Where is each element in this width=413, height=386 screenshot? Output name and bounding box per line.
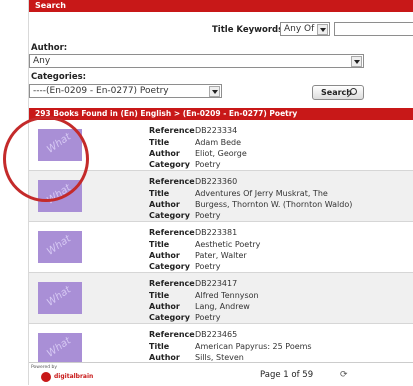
category-label: Category <box>149 313 190 322</box>
author-label: Author <box>149 302 180 311</box>
panel-header: Search <box>29 0 413 12</box>
reference-label: Reference <box>149 330 195 339</box>
author-value: Eliot, George <box>195 149 247 158</box>
reference-value: DB223334 <box>195 126 238 135</box>
refresh-icon[interactable]: ⟳ <box>340 370 348 380</box>
thumbnail-text: What <box>45 233 74 258</box>
author-label: Author <box>149 251 180 260</box>
title-label: Title <box>149 240 170 249</box>
list-item[interactable]: What Reference DB223360 Title Adventures Of … <box>29 171 413 222</box>
author-label: Author <box>149 353 180 362</box>
categories-select[interactable]: ----(En-0209 - En-0277) Poetry <box>29 84 222 98</box>
author-value: Sills, Steven <box>195 353 244 362</box>
title-value[interactable]: Adam Bede <box>195 138 241 147</box>
author-value: Burgess, Thornton W. (Thornton Waldo) <box>195 200 353 209</box>
title-value[interactable]: Alfred Tennyson <box>195 291 259 300</box>
pager-label: Page 1 of 59 <box>260 370 314 380</box>
author-label: Author: <box>31 43 68 53</box>
title-value[interactable]: Aesthetic Poetry <box>195 240 260 249</box>
search-panel: Search Title Keywords: Any Of Author: An… <box>28 0 413 386</box>
categories-label: Categories: <box>31 72 87 82</box>
category-value: Poetry <box>195 160 221 169</box>
category-value: Poetry <box>195 211 221 220</box>
reference-label: Reference <box>149 177 195 186</box>
chevron-down-icon <box>209 86 220 97</box>
digitalbrain-logo-icon <box>41 372 51 382</box>
chevron-down-icon <box>351 56 362 67</box>
reference-value: DB223465 <box>195 330 238 339</box>
category-value: ----(En-0209 - En-0277) Poetry <box>33 86 169 96</box>
reference-label: Reference <box>149 126 195 135</box>
search-icon <box>350 88 357 95</box>
chevron-down-icon <box>317 24 328 35</box>
powered-by-label: Powered by <box>31 365 58 370</box>
book-thumbnail[interactable]: What <box>38 231 82 263</box>
title-value[interactable]: American Papyrus: 25 Poems <box>195 342 312 351</box>
list-item[interactable]: What Reference DB223381 Title Aesthetic Poet… <box>29 222 413 273</box>
author-label: Author <box>149 200 180 209</box>
reference-value: DB223417 <box>195 279 238 288</box>
reference-value: DB223360 <box>195 177 238 186</box>
book-thumbnail[interactable]: What <box>38 282 82 314</box>
title-label: Title <box>149 342 170 351</box>
category-label: Category <box>149 262 190 271</box>
footer: Powered by digitalbrain Page 1 of 59 ⟳ <box>29 362 413 386</box>
book-thumbnail[interactable]: What <box>38 333 82 365</box>
title-keywords-mode-value: Any Of <box>284 24 315 34</box>
title-value[interactable]: Adventures Of Jerry Muskrat, The <box>195 189 328 198</box>
author-select[interactable]: Any <box>29 54 364 68</box>
author-value: Lang, Andrew <box>195 302 250 311</box>
author-value: Any <box>33 56 51 66</box>
title-label: Title <box>149 138 170 147</box>
search-button[interactable]: Search <box>312 85 364 100</box>
reference-value: DB223381 <box>195 228 238 237</box>
category-value: Poetry <box>195 313 221 322</box>
category-value: Poetry <box>195 262 221 271</box>
highlight-circle <box>3 116 89 202</box>
author-label: Author <box>149 149 180 158</box>
reference-label: Reference <box>149 228 195 237</box>
thumbnail-text: What <box>45 284 74 309</box>
title-label: Title <box>149 291 170 300</box>
category-label: Category <box>149 160 190 169</box>
title-keywords-mode-select[interactable]: Any Of <box>280 22 330 36</box>
reference-label: Reference <box>149 279 195 288</box>
results-summary-bar: 293 Books Found in (En) English > (En-02… <box>29 108 413 120</box>
list-item[interactable]: What Reference DB223417 Title Alfred Tennyso… <box>29 273 413 324</box>
category-label: Category <box>149 211 190 220</box>
author-value: Pater, Walter <box>195 251 247 260</box>
thumbnail-text: What <box>45 335 74 360</box>
title-label: Title <box>149 189 170 198</box>
title-keywords-input[interactable] <box>334 22 413 36</box>
title-keywords-label: Title Keywords: <box>212 25 287 35</box>
digitalbrain-logo[interactable]: digitalbrain <box>54 373 93 380</box>
